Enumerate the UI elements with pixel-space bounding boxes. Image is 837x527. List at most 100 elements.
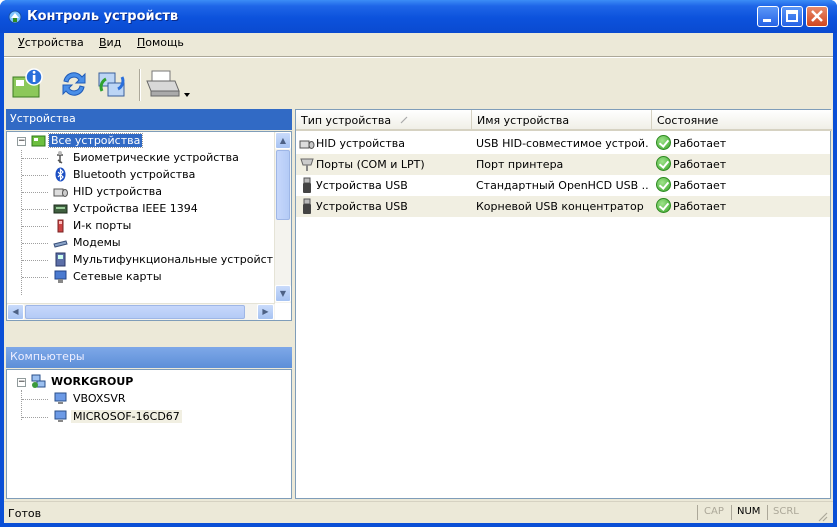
cell-status: Работает: [673, 158, 727, 171]
modem-icon: [53, 240, 68, 248]
scroll-thumb[interactable]: [25, 305, 245, 319]
table-row[interactable]: Порты (COM и LPT) Порт принтера Работает: [296, 154, 830, 175]
menu-bar: Устройства Вид Помощь: [4, 33, 833, 55]
tree-item-label: Все устройства: [47, 133, 144, 148]
properties-icon[interactable]: [10, 67, 46, 101]
hid-icon: [299, 140, 315, 149]
tree-item-multifunction[interactable]: Мультифункциональные устройства: [51, 251, 286, 268]
tree-item-label: Модемы: [73, 236, 121, 249]
status-separator: [731, 505, 732, 520]
tree-item-biometric[interactable]: Биометрические устройства: [51, 149, 271, 166]
collapse-toggle[interactable]: −: [17, 137, 26, 146]
caps-lock-indicator: CAP: [704, 506, 724, 517]
left-pane: Устройства − Все устройства Биометрическ…: [6, 109, 292, 499]
tree-item-ieee1394[interactable]: Устройства IEEE 1394: [51, 200, 271, 217]
computers-pane-header: Компьютеры: [6, 347, 292, 368]
tree-guide: [22, 209, 48, 210]
network-card-icon: [54, 270, 67, 283]
scroll-thumb[interactable]: [276, 150, 290, 220]
tree-item-workgroup[interactable]: WORKGROUP: [29, 373, 179, 390]
device-tree[interactable]: − Все устройства Биометрические устройст…: [6, 131, 292, 321]
printer-icon[interactable]: [144, 67, 194, 101]
tree-item-network-cards[interactable]: Сетевые карты: [51, 268, 271, 285]
network-connect-icon[interactable]: [94, 67, 130, 101]
toolbar-separator: [139, 69, 141, 101]
table-row[interactable]: Устройства USB Корневой USB концентратор…: [296, 196, 830, 217]
num-lock-indicator: NUM: [737, 506, 761, 517]
tree-item-bluetooth[interactable]: Bluetooth устройства: [51, 166, 271, 183]
multifunction-icon: [55, 252, 66, 267]
status-bar: Готов CAP NUM SCRL: [4, 501, 833, 523]
resize-grip-icon[interactable]: [816, 510, 828, 522]
menu-separator: [4, 56, 833, 58]
scroll-up-icon[interactable]: ▲: [275, 132, 291, 149]
minimize-button[interactable]: [757, 6, 779, 27]
maximize-button[interactable]: [781, 6, 803, 27]
close-button[interactable]: [806, 6, 828, 27]
tree-guide: [22, 399, 48, 400]
column-header-label: Имя устройства: [477, 114, 570, 127]
computer-icon: [54, 392, 67, 404]
scroll-left-icon[interactable]: ◀: [7, 304, 24, 320]
refresh-icon[interactable]: [56, 67, 92, 101]
menu-help-label: омощь: [145, 36, 184, 49]
device-tree-hscrollbar[interactable]: ◀ ▶: [7, 303, 275, 320]
menu-devices[interactable]: Устройства: [18, 36, 84, 49]
usb-icon: [303, 198, 311, 214]
computer-tree[interactable]: − WORKGROUP VBOXSVR MICROSOF-16CD67: [6, 369, 292, 499]
tree-guide: [22, 158, 48, 159]
tree-guide: [22, 226, 48, 227]
scroll-lock-indicator: SCRL: [773, 506, 799, 517]
tree-item-modems[interactable]: Модемы: [51, 234, 271, 251]
tree-item-label: Мультифункциональные устройства: [73, 253, 287, 266]
status-ok-icon: [656, 198, 671, 213]
device-list[interactable]: Тип устройства Имя устройства Состояние …: [295, 109, 832, 499]
tree-item-label: MICROSOF-16CD67: [71, 410, 182, 423]
collapse-toggle[interactable]: −: [17, 378, 26, 387]
cell-device-type: Порты (COM и LPT): [316, 158, 425, 171]
tree-guide: [21, 150, 22, 295]
cell-status: Работает: [673, 200, 727, 213]
tree-item-computer[interactable]: VBOXSVR: [51, 390, 201, 407]
computer-icon: [54, 410, 67, 422]
device-tree-vscrollbar[interactable]: ▲ ▼: [274, 132, 291, 303]
table-row[interactable]: Устройства USB Стандартный OpenHCD USB .…: [296, 175, 830, 196]
tree-item-label: Сетевые карты: [73, 270, 162, 283]
scroll-down-icon[interactable]: ▼: [275, 285, 291, 302]
tree-item-all-devices[interactable]: Все устройства: [29, 132, 269, 149]
tree-item-hid[interactable]: HID устройства: [51, 183, 271, 200]
cell-status: Работает: [673, 137, 727, 150]
status-separator: [767, 505, 768, 520]
tree-guide: [22, 417, 48, 418]
tree-guide: [21, 390, 22, 420]
bluetooth-icon: [55, 167, 66, 182]
status-ok-icon: [656, 135, 671, 150]
status-ok-icon: [656, 156, 671, 171]
tree-item-computer[interactable]: MICROSOF-16CD67: [51, 408, 201, 425]
tree-item-label: Устройства IEEE 1394: [73, 202, 198, 215]
tree-item-infrared[interactable]: И-к порты: [51, 217, 271, 234]
menu-view[interactable]: Вид: [99, 36, 121, 49]
minimize-icon: [763, 19, 771, 22]
menu-help[interactable]: Помощь: [137, 36, 184, 49]
hid-icon: [53, 188, 68, 197]
column-header-type[interactable]: Тип устройства: [296, 110, 472, 131]
menu-devices-accel: У: [18, 36, 25, 49]
sort-indicator-icon: [400, 116, 408, 124]
column-header-name[interactable]: Имя устройства: [472, 110, 652, 131]
ieee1394-icon: [53, 204, 68, 214]
cell-device-name: Порт принтера: [476, 158, 564, 171]
app-icon: [8, 10, 22, 24]
table-row[interactable]: HID устройства USB HID-совместимое устро…: [296, 133, 830, 154]
usb-icon: [303, 177, 311, 193]
cell-device-type: Устройства USB: [316, 200, 408, 213]
column-header-status[interactable]: Состояние: [652, 110, 832, 131]
biometric-icon: [57, 151, 63, 164]
cell-status: Работает: [673, 179, 727, 192]
tree-guide: [22, 277, 48, 278]
tree-item-label: VBOXSVR: [73, 392, 126, 405]
maximize-icon: [786, 10, 798, 22]
tree-guide: [22, 260, 48, 261]
title-bar[interactable]: Контроль устройств: [0, 0, 837, 33]
scroll-right-icon[interactable]: ▶: [257, 304, 274, 320]
